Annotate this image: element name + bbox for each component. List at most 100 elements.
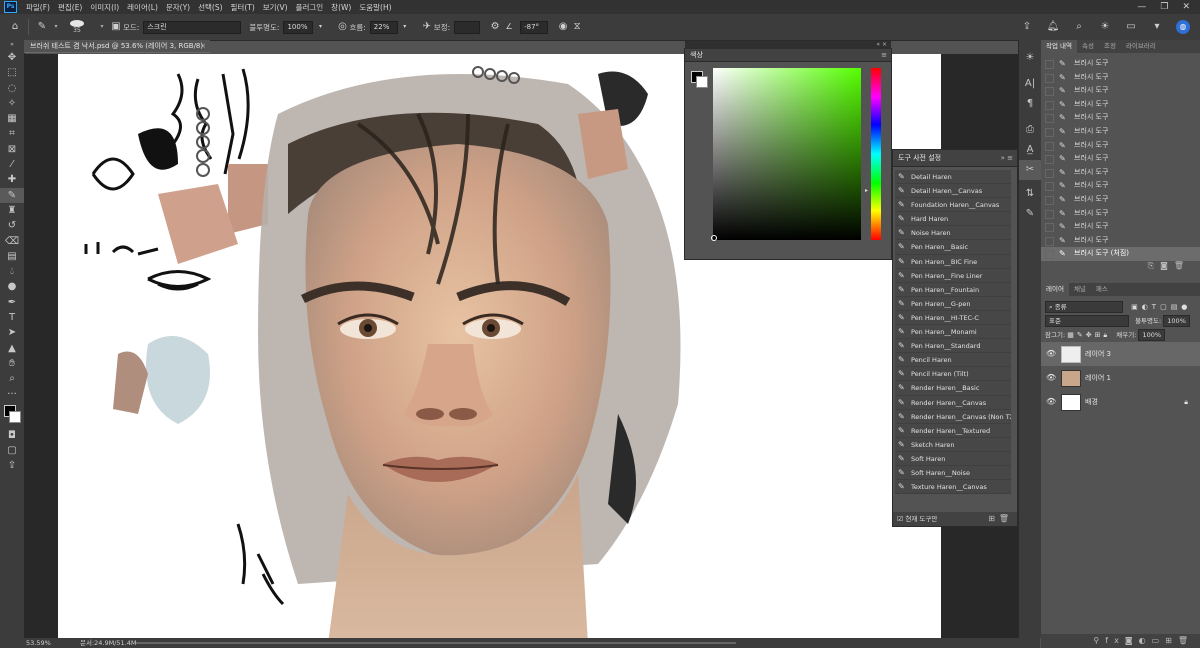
chevron-down-icon[interactable]: ▾ [313, 20, 327, 34]
tab-channels[interactable]: 채널 [1069, 283, 1091, 296]
tab-libraries[interactable]: 라이브러리 [1121, 40, 1161, 53]
document-tab[interactable]: 브러쉬 테스트 겸 낙서.psd @ 53.6% (레이어 3, RGB/8) … [24, 40, 210, 53]
search-icon[interactable]: ⌕ [1072, 20, 1086, 34]
preset-item[interactable]: ✎ Pen Haren__Fine Liner [895, 269, 1011, 283]
preset-item[interactable]: ✎ Pen Haren__Fountain [895, 283, 1011, 297]
type-tool-icon[interactable]: T [0, 310, 24, 325]
quick-mask-icon[interactable]: ◘ [0, 428, 24, 443]
close-window-button[interactable]: ✕ [1182, 2, 1190, 12]
history-item[interactable]: ✎ 브러시 도구 [1041, 139, 1200, 153]
history-item[interactable]: ✎ 브러시 도구 [1041, 111, 1200, 125]
layer-row[interactable]: 👁︎ 레이어 1 [1041, 366, 1200, 390]
clone-stamp-tool-icon[interactable]: ♜ [0, 203, 24, 218]
pen-tool-icon[interactable]: ✒ [0, 295, 24, 310]
menu-filter[interactable]: 필터(T) [227, 2, 259, 13]
home-icon[interactable]: ⌂ [8, 20, 22, 34]
lock-icons[interactable]: ▦✎✥⊞🔒︎ [1067, 331, 1110, 339]
preset-item[interactable]: ✎ Texture Haren__Canvas [895, 480, 1011, 494]
workspace-chevron-icon[interactable]: ▾ [1150, 20, 1164, 34]
frame-tool-icon[interactable]: ⊠ [0, 142, 24, 157]
preset-item[interactable]: ✎ Pencil Haren [895, 353, 1011, 368]
more-tools-icon[interactable]: ··· [0, 387, 24, 402]
move-tool-icon[interactable]: ✥ [0, 50, 24, 65]
preset-item[interactable]: ✎ Pencil Haren (Tilt) [895, 367, 1011, 382]
panel-menu-icon[interactable]: » ≡ [1001, 150, 1013, 166]
brush-settings-icon[interactable]: ⇅ [1019, 184, 1041, 204]
preset-item[interactable]: ✎ Render Haren__Canvas (Non TX) [895, 410, 1011, 424]
character-icon[interactable]: A| [1019, 74, 1041, 94]
shape-tool-icon[interactable]: ▲ [0, 341, 24, 356]
dodge-tool-icon[interactable]: ● [0, 279, 24, 294]
horizontal-scrollbar[interactable] [136, 642, 736, 644]
layer-row[interactable]: 👁︎ 배경 🔒︎ [1041, 390, 1200, 414]
history-item[interactable]: ✎ 브러시 도구 [1041, 179, 1200, 193]
menu-edit[interactable]: 편집(E) [54, 2, 86, 13]
crop-tool-icon[interactable]: ⌗ [0, 126, 24, 141]
menu-image[interactable]: 이미지(I) [86, 2, 123, 13]
airbrush-icon[interactable]: ✈ [420, 20, 434, 34]
preset-item[interactable]: ✎ Sketch Haren [895, 438, 1011, 452]
history-item[interactable]: ✎ 브러시 도구 [1041, 152, 1200, 166]
paragraph-icon[interactable]: ¶ [1019, 94, 1041, 114]
history-item-current[interactable]: ✎ 브러시 도구 (처짐) [1041, 247, 1200, 261]
background-color-swatch[interactable] [696, 76, 708, 88]
chevron-down-icon[interactable]: ▾ [398, 20, 412, 34]
menu-help[interactable]: 도움말(H) [355, 2, 395, 13]
layer-row[interactable]: 👁︎ 레이어 3 [1041, 341, 1200, 366]
preset-item[interactable]: ✎ Foundation Haren__Canvas [895, 198, 1011, 213]
preset-item[interactable]: ✎ Render Haren__Textured [895, 424, 1011, 438]
navigator-icon[interactable]: ☀ [1019, 48, 1041, 68]
brush-tool-icon[interactable]: ✎ [35, 20, 49, 34]
tab-history[interactable]: 작업 내역 [1041, 40, 1077, 53]
preset-item[interactable]: ✎ Hard Haren [895, 212, 1011, 227]
preset-item[interactable]: ✎ Pen Haren__G-pen [895, 297, 1011, 311]
mode-select[interactable]: 스크린 [143, 20, 242, 34]
tool-presets-icon[interactable]: ✂ [1019, 160, 1041, 180]
close-icon[interactable]: × [200, 40, 206, 53]
history-footer-icons[interactable]: ⎘◙🗑︎ [1041, 261, 1200, 275]
hue-slider[interactable] [871, 68, 881, 240]
layer-opacity-field[interactable]: 100% [1163, 314, 1190, 327]
hand-tool-icon[interactable]: ✋︎ [0, 356, 24, 371]
eyedropper-tool-icon[interactable]: ⁄ [0, 157, 24, 172]
workspace-icon[interactable]: ▭ [1124, 20, 1138, 34]
glyphs-icon[interactable]: ⎙ [1019, 120, 1041, 140]
zoom-tool-icon[interactable]: ⌕ [0, 371, 24, 386]
menu-layer[interactable]: 레이어(L) [123, 2, 162, 13]
layers-footer-icons[interactable]: ⚲fx◙◐▭⊞🗑︎ [1041, 634, 1200, 648]
gear-icon[interactable]: ⚙ [488, 20, 502, 34]
history-brush-tool-icon[interactable]: ↺ [0, 218, 24, 233]
fill-field[interactable]: 100% [1138, 328, 1166, 341]
eye-icon[interactable]: 👁︎ [1046, 390, 1056, 414]
preset-item[interactable]: ✎ Detail Haren__Canvas [895, 184, 1011, 199]
history-item[interactable]: ✎ 브러시 도구 [1041, 98, 1200, 112]
avatar[interactable]: ◍ [1176, 20, 1190, 34]
color-picker-cursor[interactable] [711, 235, 717, 241]
preset-item[interactable]: ✎ Pen Haren__BIC Fine [895, 255, 1011, 269]
preset-item[interactable]: ✎ Pen Haren__Monami [895, 325, 1011, 340]
minimize-button[interactable]: — [1137, 2, 1146, 12]
character-styles-icon[interactable]: A̲ [1019, 140, 1041, 160]
history-item[interactable]: ✎ 브러시 도구 [1041, 57, 1200, 71]
opacity-field[interactable]: 100% [283, 20, 314, 34]
preset-item[interactable]: ✎ Pen Haren__HI-TEC-C [895, 311, 1011, 326]
menu-plugins[interactable]: 플러그인 [292, 2, 328, 13]
bell-icon[interactable]: 🔔︎ [1046, 20, 1060, 34]
brush-tool-icon[interactable]: ✎ [0, 187, 24, 203]
pressure-size-icon[interactable]: ◉ [556, 20, 570, 34]
path-select-tool-icon[interactable]: ➤ [0, 325, 24, 340]
lasso-tool-icon[interactable]: ◌ [0, 81, 24, 96]
flow-field[interactable]: 22% [369, 20, 398, 34]
share-icon[interactable]: ⇪ [0, 458, 24, 473]
checkbox-checked-icon[interactable]: ☑ [897, 515, 903, 523]
history-item[interactable]: ✎ 브러시 도구 [1041, 234, 1200, 248]
brush-settings-icon[interactable]: ▣ [109, 20, 123, 34]
chevron-down-icon[interactable]: ▾ [49, 20, 63, 34]
history-item[interactable]: ✎ 브러시 도구 [1041, 125, 1200, 139]
gradient-tool-icon[interactable]: ▤ [0, 249, 24, 264]
preset-item[interactable]: ✎ Pen Haren__Standard [895, 339, 1011, 354]
new-preset-icon[interactable]: ⊞ [988, 512, 995, 526]
tab-paths[interactable]: 패스 [1091, 283, 1113, 296]
brushes-icon[interactable]: ✎ [1019, 204, 1041, 224]
trash-icon[interactable]: 🗑︎ [999, 512, 1009, 526]
